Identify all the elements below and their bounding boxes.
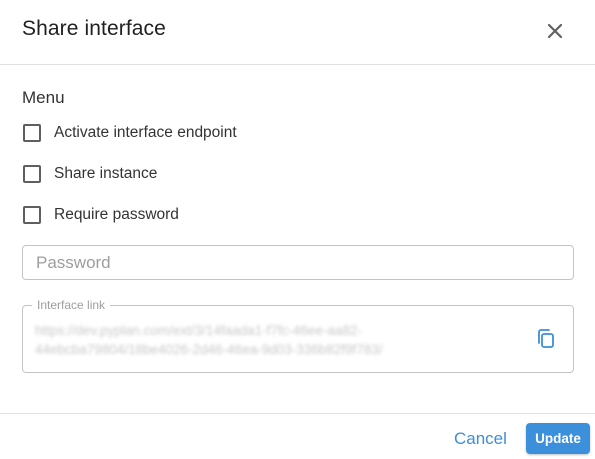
menu-section-label: Menu (22, 88, 65, 107)
password-field-container (22, 245, 574, 280)
activate-endpoint-checkbox-row[interactable]: Activate interface endpoint (22, 122, 237, 144)
close-button[interactable] (544, 20, 566, 42)
require-password-checkbox-row[interactable]: Require password (22, 204, 179, 226)
interface-link-line-1: https://dev.pyplan.com/ext/3/14faada1-f7… (35, 323, 362, 338)
interface-link-line-2: 44ebcba79804/18be4026-2d46-46ea-9d03-336… (35, 342, 383, 357)
dialog-header: Share interface (0, 0, 595, 65)
close-icon (547, 23, 563, 39)
dialog-footer: Cancel Update (0, 413, 595, 459)
share-instance-checkbox[interactable] (23, 165, 41, 183)
cancel-button[interactable]: Cancel (447, 427, 514, 451)
interface-link-label: Interface link (32, 297, 111, 313)
activate-endpoint-label: Activate interface endpoint (54, 124, 237, 141)
copy-icon (538, 329, 554, 348)
interface-link-field: Interface link https://dev.pyplan.com/ex… (22, 297, 574, 373)
share-instance-checkbox-row[interactable]: Share instance (22, 163, 157, 185)
activate-endpoint-checkbox[interactable] (23, 124, 41, 142)
password-input[interactable] (23, 246, 573, 279)
interface-link-text: https://dev.pyplan.com/ext/3/14faada1-f7… (35, 321, 505, 359)
require-password-label: Require password (54, 206, 179, 223)
share-interface-dialog: Share interface Menu Activate interface … (0, 0, 595, 459)
copy-link-button[interactable] (535, 327, 557, 351)
share-instance-label: Share instance (54, 165, 158, 182)
require-password-checkbox[interactable] (23, 206, 41, 224)
update-button[interactable]: Update (526, 423, 590, 454)
dialog-title: Share interface (22, 17, 166, 40)
